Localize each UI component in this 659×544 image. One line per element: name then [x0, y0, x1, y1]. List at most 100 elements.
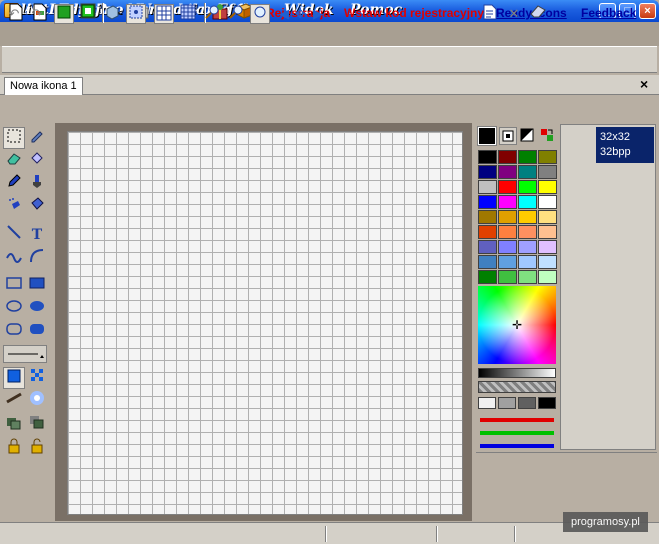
text-tool-icon[interactable]: T — [26, 224, 48, 246]
undo-icon[interactable]: ↶ — [4, 4, 24, 24]
line-tool-icon[interactable] — [3, 224, 25, 246]
alpha-preset-0[interactable] — [478, 397, 496, 409]
close-button[interactable]: × — [639, 3, 656, 19]
palette-swatch[interactable] — [478, 195, 497, 209]
unlock-tool-icon[interactable] — [26, 438, 48, 460]
line-width-selector[interactable] — [3, 345, 47, 363]
filled-rounded-rect-tool-icon[interactable] — [26, 319, 48, 341]
filled-ellipse-tool-icon[interactable] — [26, 296, 48, 318]
status-divider — [436, 526, 438, 542]
brightness-slider[interactable] — [478, 368, 556, 378]
alpha-preset-1[interactable] — [498, 397, 516, 409]
palette-swatch[interactable] — [498, 180, 517, 194]
palette-swatch[interactable] — [538, 165, 557, 179]
palette-swatch[interactable] — [498, 270, 517, 284]
curve-tool-icon[interactable] — [3, 248, 25, 270]
enter-code-link[interactable]: Wstaw kod rejestracyjny — [344, 6, 484, 20]
format-item[interactable]: 32x32 32bpp — [596, 127, 654, 163]
palette-swatch[interactable] — [498, 195, 517, 209]
3d-box-icon[interactable] — [102, 4, 122, 24]
document-properties-icon[interactable] — [480, 4, 500, 24]
palette-swatch[interactable] — [538, 195, 557, 209]
feedback-link[interactable]: Feedback — [581, 6, 636, 20]
swap-colors-icon[interactable] — [539, 127, 557, 145]
palette-swatch[interactable] — [518, 240, 537, 254]
palette-swatch[interactable] — [518, 195, 537, 209]
eraser-tool-icon[interactable] — [3, 150, 25, 172]
zoom-out-icon[interactable] — [226, 4, 246, 24]
palette-swatch[interactable] — [538, 270, 557, 284]
palette-swatch[interactable] — [518, 270, 537, 284]
remove-format-icon[interactable]: ✕ — [504, 4, 524, 24]
eraser-icon[interactable] — [528, 4, 548, 24]
move-right-icon[interactable]: ▶ — [308, 4, 328, 24]
alpha-preset-2[interactable] — [518, 397, 536, 409]
primary-color[interactable] — [477, 126, 497, 146]
red-slider[interactable] — [480, 418, 554, 422]
palette-swatch[interactable] — [478, 210, 497, 224]
palette-swatch[interactable] — [478, 150, 497, 164]
brush-tool-icon[interactable] — [26, 173, 48, 195]
palette-swatch[interactable] — [478, 225, 497, 239]
pattern-fill-icon[interactable] — [26, 367, 48, 389]
blue-slider[interactable] — [480, 444, 554, 448]
lock-tool-icon[interactable] — [3, 438, 25, 460]
arc-tool-icon[interactable] — [26, 248, 48, 270]
grid-fine-icon[interactable] — [178, 4, 198, 24]
ellipse-tool-icon[interactable] — [3, 296, 25, 318]
palette-swatch[interactable] — [498, 240, 517, 254]
palette-swatch[interactable] — [518, 225, 537, 239]
palette-swatch[interactable] — [538, 240, 557, 254]
fill-tool-icon[interactable] — [26, 196, 48, 218]
alpha-preset-3[interactable] — [538, 397, 556, 409]
pencil-tool-icon[interactable] — [3, 173, 25, 195]
green-slider[interactable] — [480, 431, 554, 435]
palette-swatch[interactable] — [498, 225, 517, 239]
zoom-fit-icon[interactable] — [250, 4, 270, 24]
rectangle-tool-icon[interactable] — [3, 273, 25, 295]
layer-copy-icon[interactable] — [3, 414, 25, 436]
layer-merge-icon[interactable] — [26, 414, 48, 436]
alpha-slider[interactable] — [478, 381, 556, 393]
palette-swatch[interactable] — [538, 210, 557, 224]
palette-swatch[interactable] — [518, 165, 537, 179]
palette-swatch[interactable] — [518, 180, 537, 194]
redo-icon[interactable]: ↷ — [27, 4, 47, 24]
palette-swatch[interactable] — [478, 165, 497, 179]
palette-swatch[interactable] — [478, 270, 497, 284]
palette-swatch[interactable] — [498, 210, 517, 224]
palette-swatch[interactable] — [498, 150, 517, 164]
inverse-color-icon[interactable] — [519, 127, 537, 145]
paint-bucket-icon[interactable] — [26, 150, 48, 172]
grid-icon[interactable] — [154, 4, 174, 24]
palette-swatch[interactable] — [518, 150, 537, 164]
palette-swatch[interactable] — [538, 225, 557, 239]
transparent-color-icon[interactable] — [499, 127, 517, 145]
select-mode-icon[interactable] — [126, 4, 146, 24]
icon-canvas[interactable] — [67, 131, 463, 515]
palette-swatch[interactable] — [518, 210, 537, 224]
smudge-tool-icon[interactable] — [3, 390, 25, 412]
palette-swatch[interactable] — [498, 255, 517, 269]
palette-swatch[interactable] — [538, 255, 557, 269]
palette-swatch[interactable] — [478, 240, 497, 254]
fill-green-icon[interactable] — [54, 4, 74, 24]
tab-nowa-ikona-1[interactable]: Nowa ikona 1 — [4, 77, 83, 95]
palette-swatch[interactable] — [518, 255, 537, 269]
selection-tool-icon[interactable] — [3, 127, 25, 149]
move-all-icon[interactable]: ✥ — [290, 4, 310, 24]
close-document-icon[interactable]: × — [640, 76, 648, 92]
glow-tool-icon[interactable] — [26, 390, 48, 412]
palette-swatch[interactable] — [478, 255, 497, 269]
filled-rectangle-tool-icon[interactable] — [26, 273, 48, 295]
fill-outline-icon[interactable] — [78, 4, 98, 24]
zoom-in-icon[interactable] — [202, 4, 222, 24]
palette-swatch[interactable] — [498, 165, 517, 179]
solid-fill-icon[interactable] — [3, 367, 25, 389]
palette-swatch[interactable] — [538, 150, 557, 164]
pipette-tool-icon[interactable] — [26, 127, 48, 149]
palette-swatch[interactable] — [478, 180, 497, 194]
rounded-rect-tool-icon[interactable] — [3, 319, 25, 341]
airbrush-tool-icon[interactable] — [3, 196, 25, 218]
palette-swatch[interactable] — [538, 180, 557, 194]
